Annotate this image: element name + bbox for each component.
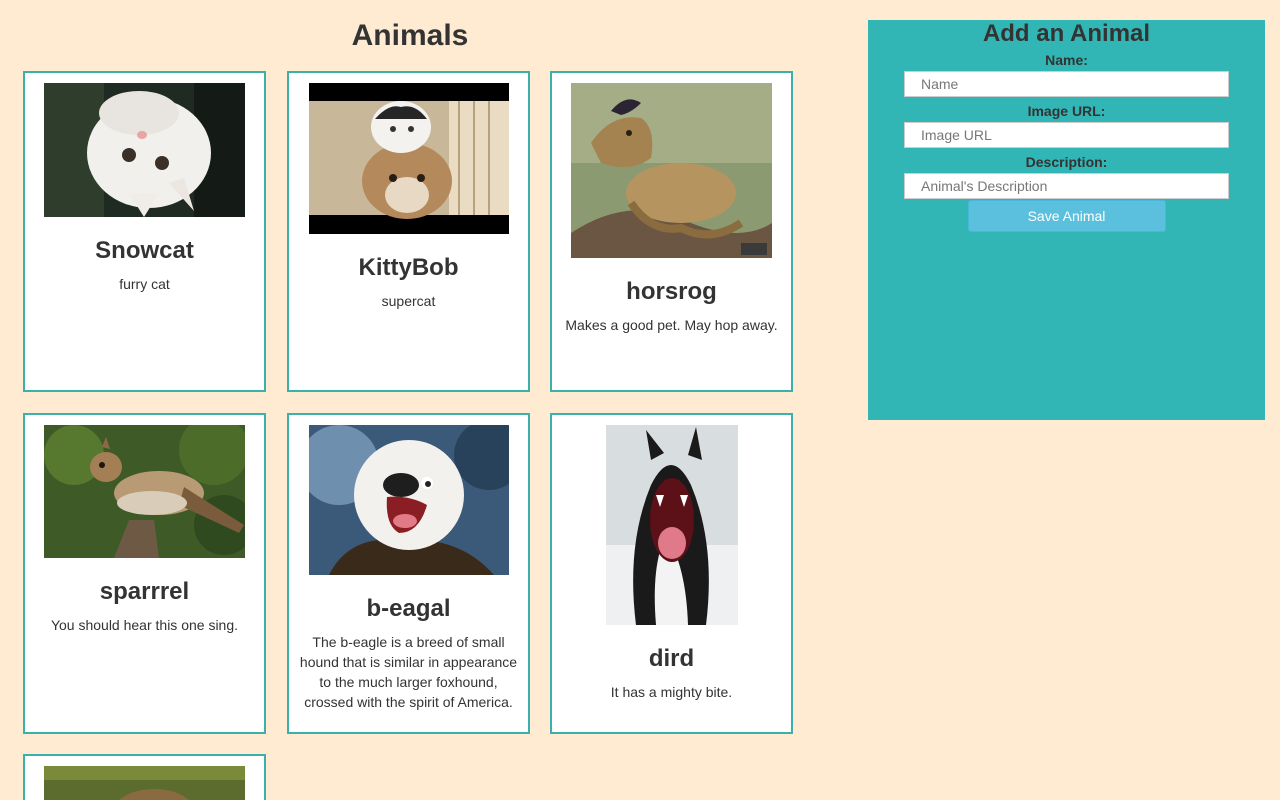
add-animal-panel: Add an Animal Name: Image URL: Descripti… (868, 20, 1265, 420)
animal-description: You should hear this one sing. (50, 617, 239, 633)
animal-description: It has a mighty bite. (610, 684, 733, 700)
animal-card: dird It has a mighty bite. (550, 413, 793, 734)
name-label: Name: (1045, 52, 1088, 68)
animal-name: dird (648, 645, 695, 672)
name-input[interactable] (904, 71, 1229, 97)
animal-name: Snowcat (95, 237, 194, 264)
save-animal-button[interactable]: Save Animal (967, 200, 1166, 232)
form-title: Add an Animal (982, 20, 1151, 47)
animal-card: Snowcat furry cat (23, 71, 266, 392)
animal-image (308, 83, 509, 234)
animal-description: supercat (381, 293, 436, 309)
animal-card: KittyBob supercat (287, 71, 530, 392)
animal-card: sparrrel You should hear this one sing. (23, 413, 266, 734)
animal-name: horsrog (626, 278, 717, 305)
animal-image (44, 425, 245, 558)
page-title: Animals (351, 19, 469, 52)
description-label: Description: (1025, 154, 1108, 170)
animal-name: b-eagal (366, 595, 451, 622)
image-url-label: Image URL: (1027, 103, 1106, 119)
animal-description: The b-eagle is a breed of small hound th… (299, 634, 518, 710)
description-input[interactable] (904, 173, 1229, 199)
animal-image (44, 766, 245, 800)
animal-name: KittyBob (358, 254, 459, 281)
animal-image (571, 83, 772, 258)
page: Animals Snowcat furry cat KittyBob super… (0, 0, 1280, 800)
animal-description: Makes a good pet. May hop away. (565, 317, 778, 333)
animal-image (44, 83, 245, 217)
animal-description: furry cat (119, 276, 170, 292)
animal-card (23, 754, 266, 800)
animal-card: horsrog Makes a good pet. May hop away. (550, 71, 793, 392)
animal-card: b-eagal The b-eagle is a breed of small … (287, 413, 530, 734)
image-url-input[interactable] (904, 122, 1229, 148)
animal-image (308, 425, 509, 575)
animal-image (605, 425, 738, 625)
animal-name: sparrrel (99, 578, 190, 605)
